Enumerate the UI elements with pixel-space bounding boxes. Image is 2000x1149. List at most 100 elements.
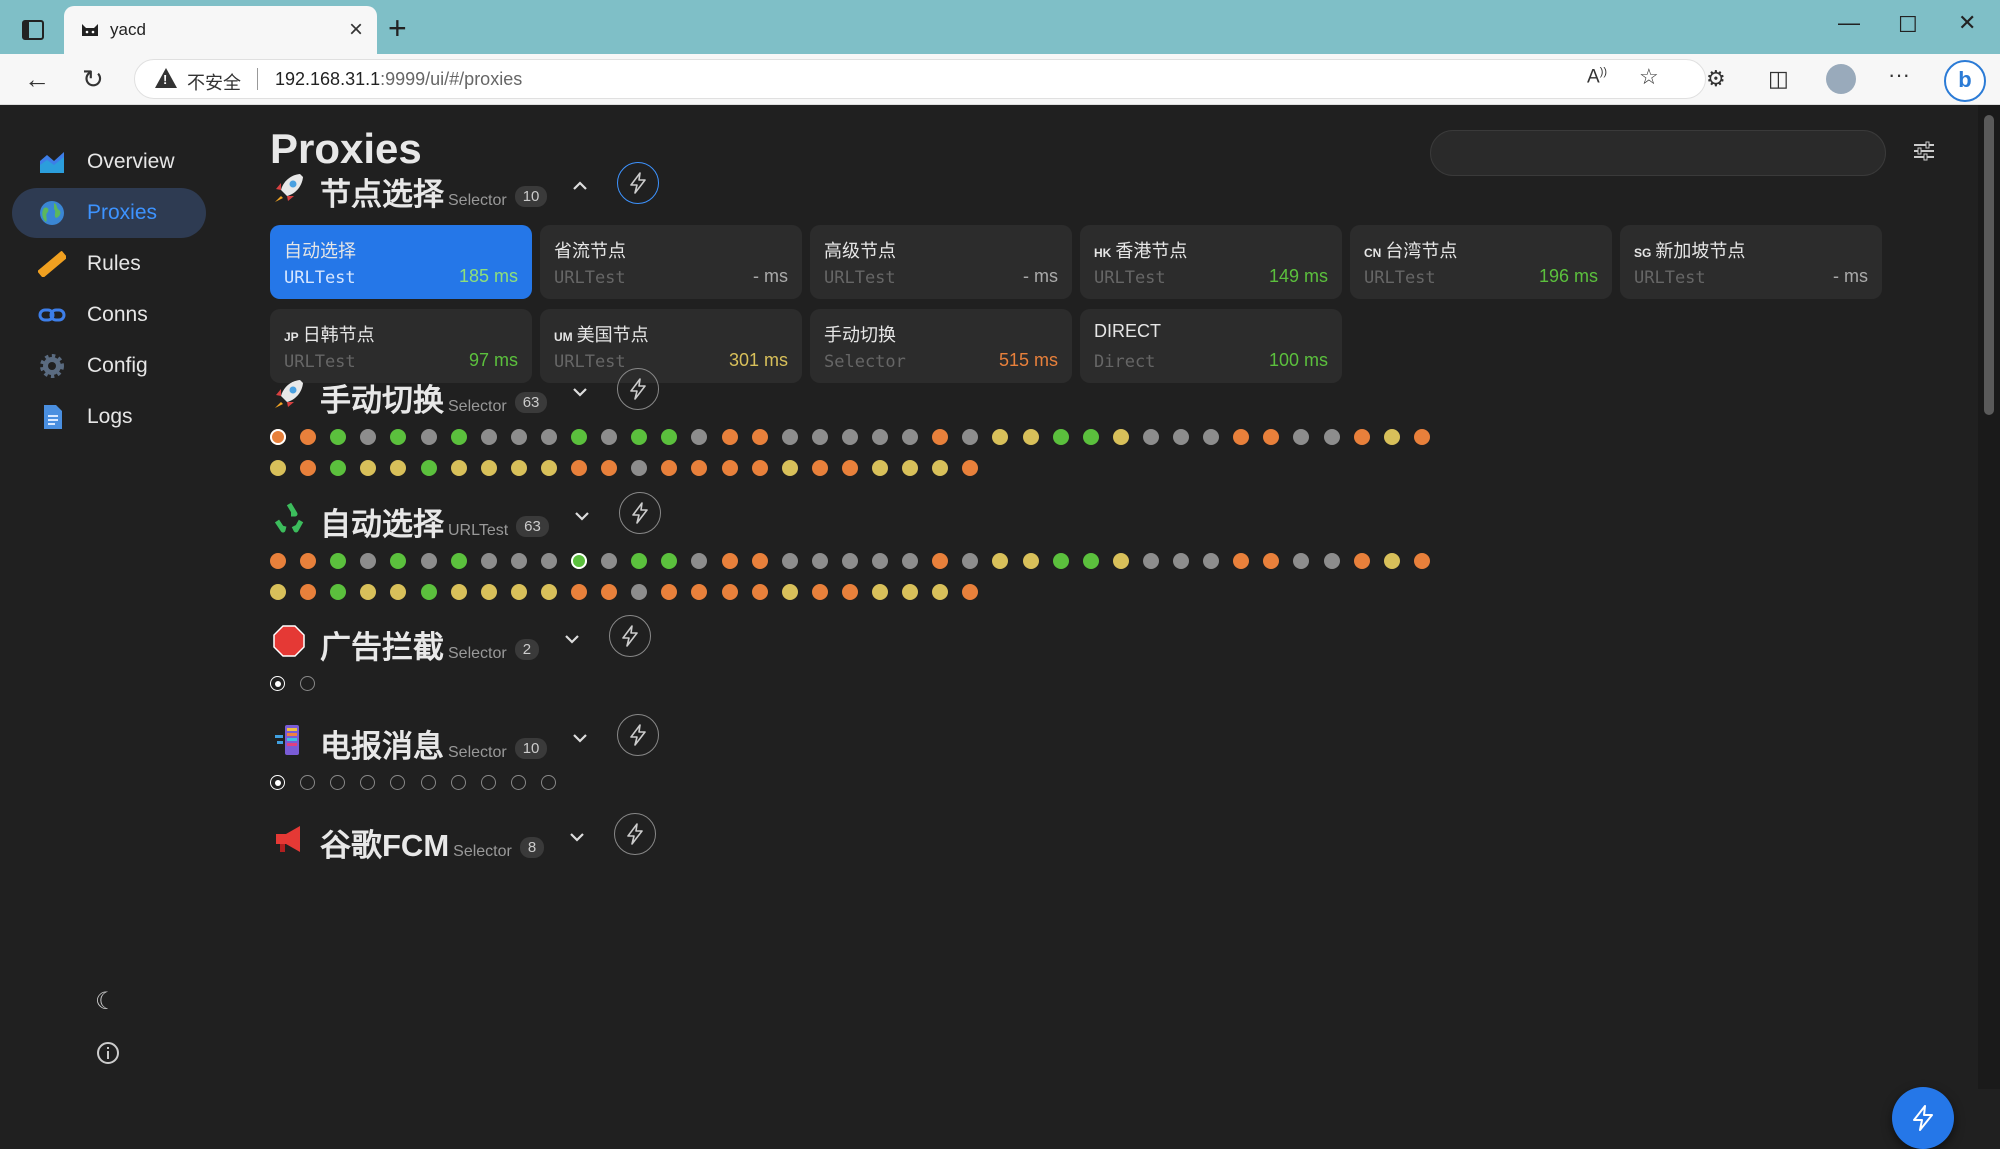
proxy-dot[interactable] bbox=[390, 553, 407, 569]
proxy-dot[interactable] bbox=[872, 584, 888, 600]
chevron-up-icon[interactable] bbox=[569, 175, 591, 197]
proxy-group-header[interactable]: 手动切换 Selector 63 bbox=[270, 368, 1170, 423]
maximize-icon[interactable]: ☐ bbox=[1898, 12, 1918, 38]
search-input[interactable] bbox=[1430, 130, 1886, 176]
proxy-dot[interactable] bbox=[661, 584, 678, 600]
proxy-dot[interactable] bbox=[932, 460, 949, 476]
chevron-down-icon[interactable] bbox=[561, 628, 583, 650]
minimize-icon[interactable]: — bbox=[1838, 10, 1860, 36]
proxy-group-header[interactable]: 广告拦截 Selector 2 bbox=[270, 615, 1170, 670]
test-group-latency-button[interactable] bbox=[617, 714, 660, 756]
more-menu-icon[interactable]: ··· bbox=[1888, 62, 1910, 88]
sidebar-item-config[interactable]: Config bbox=[12, 341, 206, 391]
profile-avatar[interactable] bbox=[1826, 64, 1856, 94]
proxy-dot[interactable] bbox=[510, 460, 527, 476]
proxy-dot[interactable] bbox=[300, 553, 317, 569]
proxy-dot[interactable] bbox=[360, 460, 377, 476]
proxy-dot[interactable] bbox=[270, 429, 286, 445]
proxy-dot[interactable] bbox=[571, 553, 587, 569]
proxy-dot[interactable] bbox=[1022, 553, 1039, 569]
proxy-dot[interactable] bbox=[360, 429, 377, 445]
proxy-dot[interactable] bbox=[1082, 429, 1099, 445]
proxy-dot[interactable] bbox=[1052, 429, 1069, 445]
chevron-down-icon[interactable] bbox=[571, 505, 593, 527]
proxy-dot[interactable] bbox=[1203, 429, 1220, 445]
page-scrollbar[interactable] bbox=[1978, 105, 2000, 1089]
proxy-dot[interactable] bbox=[1323, 553, 1340, 569]
proxy-dot[interactable] bbox=[480, 429, 497, 445]
proxy-dot[interactable] bbox=[781, 460, 798, 476]
proxy-dot[interactable] bbox=[270, 775, 285, 790]
proxy-dot[interactable] bbox=[1413, 553, 1430, 569]
proxy-dot[interactable] bbox=[721, 584, 738, 600]
proxy-dot[interactable] bbox=[1263, 553, 1280, 569]
proxy-dot[interactable] bbox=[691, 584, 708, 600]
back-icon[interactable]: ← bbox=[24, 64, 50, 95]
settings-sliders-icon[interactable] bbox=[1912, 139, 1936, 163]
proxy-dot[interactable] bbox=[1112, 553, 1129, 569]
proxy-dot[interactable] bbox=[450, 553, 467, 569]
proxy-dot[interactable] bbox=[390, 584, 407, 600]
sidebar-item-logs[interactable]: Logs bbox=[12, 392, 206, 442]
proxy-dot[interactable] bbox=[330, 584, 347, 600]
proxy-dot[interactable] bbox=[992, 429, 1009, 445]
split-screen-icon[interactable]: ◫ bbox=[1768, 66, 1789, 92]
proxy-dot[interactable] bbox=[571, 460, 587, 476]
about-info-icon[interactable] bbox=[96, 1041, 120, 1065]
bing-copilot-icon[interactable]: b bbox=[1944, 60, 1986, 102]
proxy-dot[interactable] bbox=[631, 584, 648, 600]
proxy-dot[interactable] bbox=[1082, 553, 1099, 569]
proxy-dot[interactable] bbox=[450, 584, 467, 600]
proxy-dot[interactable] bbox=[450, 429, 467, 445]
proxy-dot[interactable] bbox=[601, 460, 618, 476]
sidebar-item-rules[interactable]: Rules bbox=[12, 239, 206, 289]
test-group-latency-button[interactable] bbox=[614, 813, 657, 855]
proxy-dot[interactable] bbox=[661, 460, 678, 476]
proxy-dot[interactable] bbox=[872, 553, 888, 569]
proxy-dot[interactable] bbox=[1203, 553, 1220, 569]
proxy-dot[interactable] bbox=[721, 553, 738, 569]
proxy-dot[interactable] bbox=[811, 584, 828, 600]
proxy-group-header[interactable]: 谷歌FCM Selector 8 bbox=[270, 813, 1170, 868]
address-bar[interactable]: 不安全 192.168.31.1:9999/ui/#/proxies A)) ☆ bbox=[134, 59, 1706, 99]
proxy-dot[interactable] bbox=[661, 429, 678, 445]
close-window-icon[interactable]: ✕ bbox=[1958, 10, 1976, 36]
proxy-dot[interactable] bbox=[270, 584, 286, 600]
proxy-dot[interactable] bbox=[1293, 429, 1310, 445]
proxy-dot[interactable] bbox=[510, 584, 527, 600]
proxy-card[interactable]: CN 台湾节点 URLTest 196 ms bbox=[1350, 225, 1612, 299]
proxy-dot[interactable] bbox=[270, 553, 286, 569]
proxy-dot[interactable] bbox=[420, 584, 437, 600]
proxy-dot[interactable] bbox=[751, 553, 768, 569]
proxy-dot[interactable] bbox=[360, 553, 377, 569]
proxy-dot[interactable] bbox=[480, 460, 497, 476]
proxy-dot[interactable] bbox=[1383, 429, 1400, 445]
proxy-dot[interactable] bbox=[1383, 553, 1400, 569]
proxy-dot[interactable] bbox=[360, 775, 376, 790]
proxy-dot[interactable] bbox=[1293, 553, 1310, 569]
proxy-dot[interactable] bbox=[571, 584, 587, 600]
proxy-dot[interactable] bbox=[1353, 553, 1370, 569]
proxy-dot[interactable] bbox=[420, 553, 437, 569]
proxy-group-header[interactable]: 电报消息 Selector 10 bbox=[270, 714, 1170, 769]
proxy-card[interactable]: DIRECT Direct 100 ms bbox=[1080, 309, 1342, 383]
proxy-dot[interactable] bbox=[1413, 429, 1430, 445]
proxy-dot[interactable] bbox=[962, 584, 979, 600]
proxy-dot[interactable] bbox=[932, 553, 949, 569]
proxy-dot[interactable] bbox=[1112, 429, 1129, 445]
proxy-dot[interactable] bbox=[330, 460, 347, 476]
chevron-down-icon[interactable] bbox=[566, 826, 588, 848]
proxy-dot[interactable] bbox=[300, 676, 316, 691]
proxy-dot[interactable] bbox=[450, 460, 467, 476]
proxy-dot[interactable] bbox=[1323, 429, 1340, 445]
sidebar-item-conns[interactable]: Conns bbox=[12, 290, 206, 340]
proxy-dot[interactable] bbox=[510, 553, 527, 569]
proxy-dot[interactable] bbox=[450, 775, 466, 790]
proxy-dot[interactable] bbox=[1233, 429, 1250, 445]
proxy-dot[interactable] bbox=[390, 775, 406, 790]
proxy-dot[interactable] bbox=[1353, 429, 1370, 445]
proxy-dot[interactable] bbox=[751, 460, 768, 476]
proxy-dot[interactable] bbox=[841, 553, 858, 569]
proxy-dot[interactable] bbox=[841, 584, 858, 600]
proxy-card[interactable]: SG 新加坡节点 URLTest - ms bbox=[1620, 225, 1882, 299]
